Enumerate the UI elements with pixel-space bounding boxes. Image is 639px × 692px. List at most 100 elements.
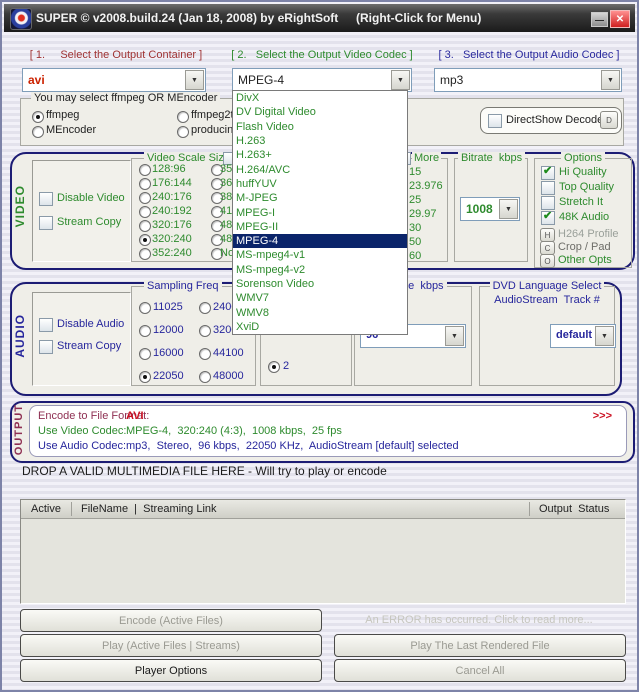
codec-option[interactable]: MS-mpeg4-v2 xyxy=(233,263,407,277)
freq-radio-44100[interactable] xyxy=(199,348,211,360)
audio-codec-dropdown-arrow-icon[interactable]: ▼ xyxy=(601,70,620,90)
channels-radio-2-selected[interactable] xyxy=(268,361,280,373)
close-button[interactable]: ✕ xyxy=(610,10,630,28)
cancel-all-button[interactable]: Cancel All xyxy=(334,659,626,682)
top-quality-label[interactable]: Top Quality xyxy=(559,181,614,193)
directshow-decode-control[interactable]: DirectShow Decode D xyxy=(480,107,622,134)
codec-option[interactable]: DV Digital Video xyxy=(233,105,407,119)
scale-label-1[interactable]: 176:144 xyxy=(152,177,192,189)
fps-value-2[interactable]: 25 xyxy=(409,194,421,206)
fps-value-4[interactable]: 30 xyxy=(409,222,421,234)
player-options-button[interactable]: Player Options xyxy=(20,659,322,682)
other-opts-button[interactable]: O xyxy=(540,254,555,268)
codec-option[interactable]: M-JPEG xyxy=(233,191,407,205)
error-message-button[interactable]: An ERROR has occurred. Click to read mor… xyxy=(334,609,624,630)
radio-ffmpeg-label[interactable]: ffmpeg xyxy=(46,109,79,121)
dvd-track-dropdown-arrow-icon[interactable]: ▼ xyxy=(595,326,614,346)
crop-pad-button[interactable]: C xyxy=(540,241,555,255)
video-stream-copy-checkbox[interactable] xyxy=(39,216,53,230)
freq-radio-16000[interactable] xyxy=(139,348,151,360)
audio-codec-select[interactable]: mp3 ▼ xyxy=(434,68,622,92)
output-more-chevrons-icon[interactable]: >>> xyxy=(593,410,612,422)
radio-producing[interactable] xyxy=(177,126,189,138)
video-codec-select[interactable]: MPEG-4 ▼ xyxy=(232,68,412,92)
scale-radio-3[interactable] xyxy=(139,206,151,218)
scale-radio-0[interactable] xyxy=(139,164,151,176)
freq-label-12000[interactable]: 12000 xyxy=(153,324,184,336)
disable-video-checkbox[interactable] xyxy=(39,192,53,206)
audio-stream-copy-label[interactable]: Stream Copy xyxy=(57,340,121,352)
fps-more-label[interactable]: More xyxy=(412,152,442,164)
scale-label-3[interactable]: 240:192 xyxy=(152,205,192,217)
codec-option[interactable]: Sorenson Video xyxy=(233,277,407,291)
codec-option[interactable]: MPEG-I xyxy=(233,205,407,219)
freq-radio-12000[interactable] xyxy=(139,325,151,337)
codec-option[interactable]: huffYUV xyxy=(233,177,407,191)
video-bitrate-dropdown-arrow-icon[interactable]: ▼ xyxy=(499,199,518,219)
codec-option[interactable]: MS-mpeg4-v1 xyxy=(233,248,407,262)
directshow-advanced-button[interactable]: D xyxy=(600,111,618,129)
radio-mencoder[interactable] xyxy=(32,126,44,138)
h264-profile-button[interactable]: H xyxy=(540,228,555,242)
hi-quality-label[interactable]: Hi Quality xyxy=(559,166,607,178)
freq-label-22050[interactable]: 22050 xyxy=(153,370,184,382)
stretch-it-checkbox[interactable] xyxy=(541,196,555,210)
freq-radio-32000[interactable] xyxy=(199,325,211,337)
freq-radio-24000[interactable] xyxy=(199,302,211,314)
freq-label-48000[interactable]: 48000 xyxy=(213,370,244,382)
channels-label-2[interactable]: 2 xyxy=(283,360,289,372)
directshow-decode-label[interactable]: DirectShow Decode xyxy=(506,114,603,126)
radio-producing-label[interactable]: producing xyxy=(191,124,232,136)
other-opts-label[interactable]: Other Opts xyxy=(558,254,612,266)
crop-pad-label[interactable]: Crop / Pad xyxy=(558,241,611,253)
disable-audio-label[interactable]: Disable Audio xyxy=(57,318,124,330)
container-dropdown-arrow-icon[interactable]: ▼ xyxy=(185,70,204,90)
fps-value-5[interactable]: 50 xyxy=(409,236,421,248)
radio-ffmpeg[interactable] xyxy=(32,111,44,123)
codec-option-selected[interactable]: MPEG-4 xyxy=(233,233,407,249)
h264-profile-label[interactable]: H264 Profile xyxy=(558,228,619,240)
disable-audio-checkbox[interactable] xyxy=(39,318,53,332)
freq-radio-22050-selected[interactable] xyxy=(139,371,151,383)
disable-video-label[interactable]: Disable Video xyxy=(57,192,125,204)
scale-radio-5-selected[interactable] xyxy=(139,234,151,246)
top-quality-checkbox[interactable] xyxy=(541,181,555,195)
codec-option[interactable]: MPEG-II xyxy=(233,220,407,234)
hi-quality-checkbox[interactable]: ✔ xyxy=(541,165,555,180)
scale-label-0[interactable]: 128:96 xyxy=(152,163,186,175)
fps-value-6[interactable]: 60 xyxy=(409,250,421,262)
scale-radio-2[interactable] xyxy=(139,192,151,204)
stretch-it-label[interactable]: Stretch It xyxy=(559,196,603,208)
48k-audio-checkbox[interactable]: ✔ xyxy=(541,210,555,225)
scale-label-4[interactable]: 320:176 xyxy=(152,219,192,231)
fps-value-0[interactable]: 15 xyxy=(409,166,421,178)
audio-bitrate-dropdown-arrow-icon[interactable]: ▼ xyxy=(445,326,464,346)
play-button[interactable]: Play (Active Files | Streams) xyxy=(20,634,322,657)
codec-option[interactable]: XviD xyxy=(233,320,407,334)
freq-label-44100[interactable]: 44100 xyxy=(213,347,244,359)
codec-option[interactable]: DivX xyxy=(233,91,407,105)
48k-audio-label[interactable]: 48K Audio xyxy=(559,211,609,223)
radio-mencoder-label[interactable]: MEncoder xyxy=(46,124,96,136)
scale-radio-1[interactable] xyxy=(139,178,151,190)
radio-ffmpeg2theora[interactable] xyxy=(177,111,189,123)
radio-ffmpeg2theora-label[interactable]: ffmpeg2theora xyxy=(191,109,232,121)
freq-label-16000[interactable]: 16000 xyxy=(153,347,184,359)
codec-option[interactable]: Flash Video xyxy=(233,120,407,134)
fps-value-3[interactable]: 29.97 xyxy=(409,208,437,220)
file-queue[interactable]: Active FileName | Streaming Link Output … xyxy=(20,499,626,604)
container-select[interactable]: avi ▼ xyxy=(22,68,206,92)
directshow-decode-checkbox[interactable] xyxy=(488,114,502,128)
codec-option[interactable]: H.263 xyxy=(233,134,407,148)
freq-radio-11025[interactable] xyxy=(139,302,151,314)
freq-radio-48000[interactable] xyxy=(199,371,211,383)
encode-button[interactable]: Encode (Active Files) xyxy=(20,609,322,632)
scale-radio-6[interactable] xyxy=(139,248,151,260)
scale-label-6[interactable]: 352:240 xyxy=(152,247,192,259)
video-bitrate-select[interactable]: 1008 ▼ xyxy=(460,197,520,221)
codec-option[interactable]: WMV8 xyxy=(233,305,407,319)
scale-label-2[interactable]: 240:176 xyxy=(152,191,192,203)
dvd-track-select[interactable]: default ▼ xyxy=(550,324,616,348)
codec-option[interactable]: WMV7 xyxy=(233,291,407,305)
play-last-rendered-button[interactable]: Play The Last Rendered File xyxy=(334,634,626,657)
